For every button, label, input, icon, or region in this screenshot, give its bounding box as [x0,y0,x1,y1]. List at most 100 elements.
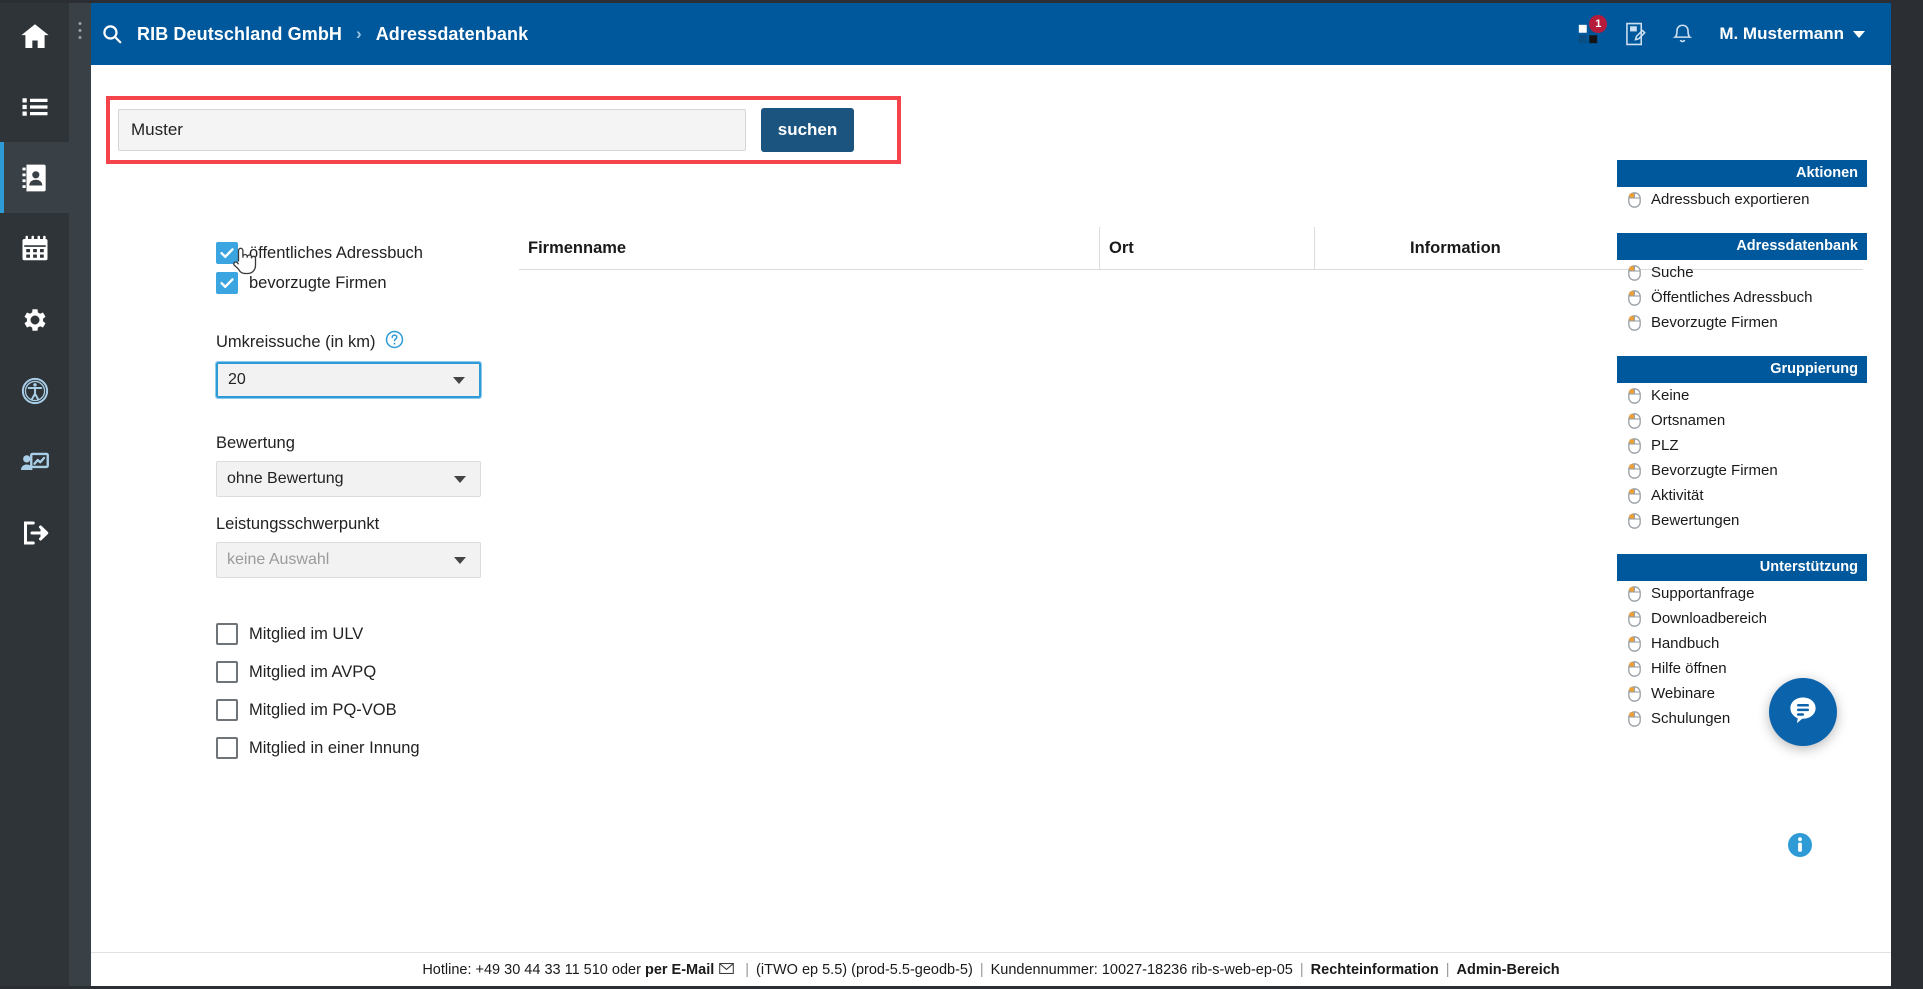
rating-select[interactable]: ohne Bewertung [216,461,481,497]
sidebar-item-ortsnamen[interactable]: Ortsnamen [1617,408,1867,433]
sidebar-item-oeffentliches-adressbuch[interactable]: Öffentliches Adressbuch [1617,285,1867,310]
sidebar-item-adressbuch-exportieren[interactable]: Adressbuch exportieren [1617,187,1867,212]
user-name-label: M. Mustermann [1719,24,1844,43]
footer-separator-3: | [1299,961,1304,978]
checkbox-ulv[interactable] [216,623,238,645]
info-circle-icon [1787,833,1813,862]
sidebar-item-label: Supportanfrage [1651,585,1755,602]
radius-label-text: Umkreissuche (in km) [216,332,376,351]
primary-nav-rail [0,0,69,989]
checkbox-pqvob[interactable] [216,699,238,721]
panel-adressdatenbank: Adressdatenbank Suche Öffentliches Adres… [1617,233,1867,335]
sidebar-item-downloadbereich[interactable]: Downloadbereich [1617,606,1867,631]
sidebar-item-label: Ortsnamen [1651,412,1726,429]
sidebar-item-bewertungen[interactable]: Bewertungen [1617,508,1867,533]
breadcrumb-root[interactable]: RIB Deutschland GmbH [137,24,342,45]
radius-select[interactable]: 20 [215,361,482,399]
mouse-click-icon [1628,462,1641,479]
page-content: suchen öffentliches Adressbuch b [91,65,1891,954]
mouse-click-icon [1628,512,1641,529]
panel-gruppierung: Gruppierung Keine Ortsnamen PLZ Bevorzug… [1617,356,1867,533]
column-header-ort[interactable]: Ort [1099,227,1314,269]
nav-item-list[interactable] [0,71,69,142]
help-circle-icon[interactable] [385,330,404,354]
list-icon [20,92,50,122]
search-bar-highlight: suchen [106,96,901,164]
home-icon [19,20,51,52]
sidebar-item-aktivitaet[interactable]: Aktivität [1617,483,1867,508]
checkbox-row-innung[interactable]: Mitglied in einer Innung [216,729,516,767]
mouse-click-icon [1628,289,1641,306]
sidebar-item-keine[interactable]: Keine [1617,383,1867,408]
footer-separator-4: | [1445,961,1450,978]
sidebar-item-bevorzugte-firmen-gruppierung[interactable]: Bevorzugte Firmen [1617,458,1867,483]
checkbox-row-pqvob[interactable]: Mitglied im PQ-VOB [216,691,516,729]
checkbox-row-preferred-companies[interactable]: bevorzugte Firmen [216,268,516,298]
checkbox-label-avpq: Mitglied im AVPQ [249,662,377,681]
nav-item-presentation[interactable] [0,426,69,497]
chevron-down-icon [454,476,466,483]
sidebar-item-label: Adressbuch exportieren [1651,191,1810,208]
checkbox-row-avpq[interactable]: Mitglied im AVPQ [216,653,516,691]
focus-select[interactable]: keine Auswahl [216,542,481,578]
column-header-firmenname[interactable]: Firmenname [519,239,1099,258]
nav-item-logout[interactable] [0,497,69,568]
window-edge-right [1891,0,1923,989]
chat-launcher-button[interactable] [1769,678,1837,746]
sidebar-item-label: PLZ [1651,437,1679,454]
footer-separator-1: | [745,961,750,978]
mouse-click-icon [1628,710,1641,727]
nav-item-settings[interactable] [0,284,69,355]
sidebar-item-suche[interactable]: Suche [1617,260,1867,285]
breadcrumb-current[interactable]: Adressdatenbank [376,24,529,45]
nav-item-accessibility[interactable] [0,355,69,426]
mouse-click-icon [1628,585,1641,602]
calendar-icon [20,234,50,264]
sidebar-item-plz[interactable]: PLZ [1617,433,1867,458]
mouse-click-icon [1628,437,1641,454]
footer-legal-link[interactable]: Rechteinformation [1311,962,1439,978]
checkbox-row-ulv[interactable]: Mitglied im ULV [216,615,516,653]
footer-hotline: Hotline: +49 30 44 33 11 510 oder [422,961,641,978]
checkbox-label-innung: Mitglied in einer Innung [249,738,420,757]
search-button[interactable]: suchen [761,108,854,152]
search-icon[interactable] [101,23,123,45]
footer-bar: Hotline: +49 30 44 33 11 510 oder per E-… [91,952,1891,986]
sidebar-item-bevorzugte-firmen[interactable]: Bevorzugte Firmen [1617,310,1867,335]
checkbox-row-public-addressbook[interactable]: öffentliches Adressbuch [216,238,516,268]
checkbox-label-ulv: Mitglied im ULV [249,624,364,643]
nav-item-address-book[interactable] [0,142,69,213]
panel-title-gruppierung: Gruppierung [1617,356,1867,383]
bell-icon[interactable] [1672,23,1693,46]
checkbox-label-preferred-companies: bevorzugte Firmen [249,273,387,292]
search-input[interactable] [118,109,746,151]
checkbox-innung[interactable] [216,737,238,759]
panel-title-adressdatenbank: Adressdatenbank [1617,233,1867,260]
panel-title-aktionen: Aktionen [1617,160,1867,187]
footer-admin-link[interactable]: Admin-Bereich [1457,962,1560,978]
focus-select-value: keine Auswahl [227,551,330,568]
info-button[interactable] [1787,832,1813,858]
note-edit-button[interactable] [1624,22,1647,46]
chevron-down-icon [454,557,466,564]
checkbox-label-pqvob: Mitglied im PQ-VOB [249,700,397,719]
envelope-icon[interactable] [719,962,735,978]
apps-grid-button[interactable]: 1 [1578,15,1608,44]
sidebar-item-hilfe-oeffnen[interactable]: Hilfe öffnen [1617,656,1867,681]
mouse-cursor-pointer [231,245,257,282]
sidebar-item-label: Schulungen [1651,710,1731,727]
panel-title-unterstuetzung: Unterstützung [1617,554,1867,581]
rating-label-text: Bewertung [216,434,295,452]
footer-email-link[interactable]: per E-Mail [645,962,714,978]
sidebar-drag-handle[interactable] [69,0,91,989]
nav-item-calendar[interactable] [0,213,69,284]
sidebar-item-supportanfrage[interactable]: Supportanfrage [1617,581,1867,606]
apps-notification-badge: 1 [1589,15,1608,33]
nav-item-home[interactable] [0,0,69,71]
sidebar-item-label: Handbuch [1651,635,1720,652]
sidebar-item-handbuch[interactable]: Handbuch [1617,631,1867,656]
user-menu[interactable]: M. Mustermann [1719,24,1865,44]
checkbox-avpq[interactable] [216,661,238,683]
checkbox-label-public-addressbook: öffentliches Adressbuch [249,243,423,262]
chevron-down-icon [453,377,465,384]
